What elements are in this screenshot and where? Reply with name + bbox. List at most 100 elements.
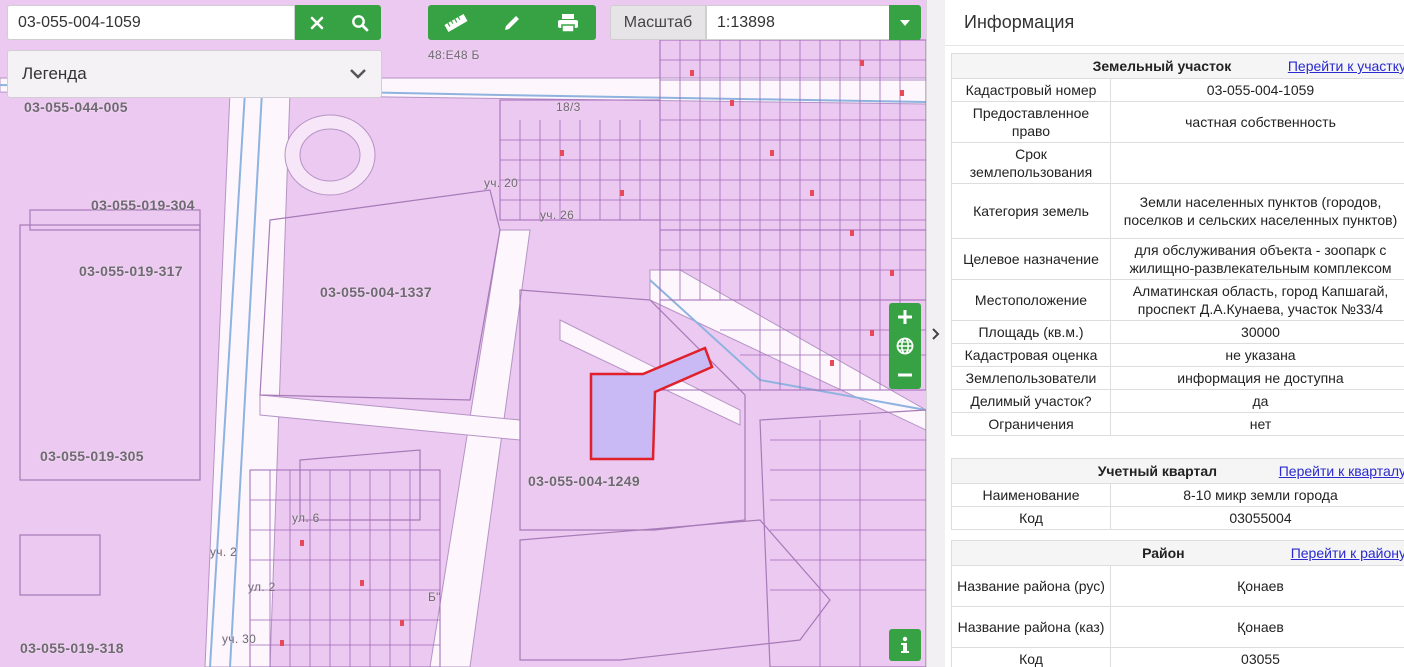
street-label: ул. 2 bbox=[248, 580, 276, 594]
search-field[interactable] bbox=[7, 5, 295, 40]
legend-panel[interactable]: Легенда bbox=[7, 50, 382, 98]
table-row: Делимый участок? да bbox=[951, 389, 1404, 413]
row-key: Делимый участок? bbox=[951, 389, 1111, 413]
table-row: Срок землепользования bbox=[951, 142, 1404, 184]
street-label: уч. 26 bbox=[540, 208, 575, 222]
table-row: Целевое назначение для обслуживания объек… bbox=[951, 238, 1404, 280]
scale-dropdown-button[interactable] bbox=[889, 5, 921, 40]
info-button[interactable] bbox=[889, 629, 921, 661]
table-header: Район Перейти к району bbox=[951, 540, 1404, 566]
table-row: Категория земель Земли населенных пунктов… bbox=[951, 183, 1404, 239]
draw-button[interactable] bbox=[497, 8, 527, 38]
row-value: для обслуживания объекта - зоопарк с жил… bbox=[1110, 238, 1404, 280]
full-extent-button[interactable] bbox=[890, 332, 920, 361]
street-label: Б" bbox=[428, 590, 441, 604]
cadastral-map[interactable]: 03-055-044-005 03-055-019-304 03-055-019… bbox=[0, 0, 926, 667]
row-key: Наименование bbox=[951, 483, 1111, 507]
row-value: Земли населенных пунктов (городов, посел… bbox=[1110, 183, 1404, 239]
row-key: Код bbox=[951, 506, 1111, 530]
row-key: Название района (рус) bbox=[951, 565, 1111, 607]
row-key: Кадастровый номер bbox=[951, 78, 1111, 102]
row-value: 03055 bbox=[1110, 647, 1404, 667]
table-row: Кадастровый номер 03-055-004-1059 bbox=[951, 78, 1404, 102]
search-input[interactable] bbox=[8, 6, 294, 39]
go-to-district-link[interactable]: Перейти к району bbox=[1291, 544, 1404, 562]
street-label: уч. 20 bbox=[484, 176, 519, 190]
search-actions bbox=[295, 5, 381, 40]
scale-label: Масштаб bbox=[610, 5, 706, 40]
row-key: Местоположение bbox=[951, 279, 1111, 321]
row-key: Площадь (кв.м.) bbox=[951, 320, 1111, 344]
parcel-label: 03-055-019-304 bbox=[91, 197, 195, 213]
section-title: Район bbox=[1142, 545, 1185, 561]
zoom-controls bbox=[889, 303, 921, 389]
info-panel: Информация Земельный участок Перейти к у… bbox=[945, 0, 1404, 667]
quarter-table: Учетный квартал Перейти к кварталу Наиме… bbox=[951, 458, 1404, 530]
row-key: Категория земель bbox=[951, 183, 1111, 239]
table-row: Название района (каз) Қонаев bbox=[951, 606, 1404, 648]
table-row: Предоставленное право частная собственнос… bbox=[951, 101, 1404, 143]
table-row: Код 03055004 bbox=[951, 506, 1404, 530]
row-value: Алматинская область, город Капшагай, про… bbox=[1110, 279, 1404, 321]
row-value: Қонаев bbox=[1110, 606, 1404, 648]
chevron-right-icon bbox=[932, 327, 940, 340]
go-to-plot-link[interactable]: Перейти к участку bbox=[1288, 57, 1404, 75]
legend-title: Легенда bbox=[22, 64, 87, 83]
table-row: Кадастровая оценка не указана bbox=[951, 343, 1404, 367]
table-header: Земельный участок Перейти к участку bbox=[951, 53, 1404, 79]
measure-button[interactable] bbox=[441, 8, 471, 38]
row-value: нет bbox=[1110, 412, 1404, 436]
info-icon bbox=[901, 636, 909, 653]
minus-icon bbox=[898, 373, 912, 377]
land-plot-table: Земельный участок Перейти к участку Када… bbox=[951, 53, 1404, 436]
pencil-icon bbox=[505, 15, 519, 30]
table-row: Название района (рус) Қонаев bbox=[951, 565, 1404, 607]
parcel-label: 03-055-019-305 bbox=[40, 448, 144, 464]
table-row: Ограничения нет bbox=[951, 412, 1404, 436]
zoom-out-button[interactable] bbox=[890, 360, 920, 389]
search-icon bbox=[351, 14, 368, 31]
street-label: уч. 2 bbox=[210, 545, 238, 559]
table-row: Наименование 8-10 микр земли города bbox=[951, 483, 1404, 507]
row-value: 03-055-004-1059 bbox=[1110, 78, 1404, 102]
map-toolbar bbox=[428, 5, 596, 40]
row-key: Кадастровая оценка bbox=[951, 343, 1111, 367]
section-title: Учетный квартал bbox=[1097, 463, 1218, 479]
plus-icon bbox=[898, 310, 912, 325]
parcel-label: 03-055-019-318 bbox=[20, 640, 124, 656]
street-label: ул. 6 bbox=[292, 511, 320, 525]
row-value: информация не доступна bbox=[1110, 366, 1404, 390]
row-key: Название района (каз) bbox=[951, 606, 1111, 648]
table-header: Учетный квартал Перейти к кварталу bbox=[951, 458, 1404, 484]
chevron-down-icon[interactable] bbox=[349, 68, 367, 80]
row-value: да bbox=[1110, 389, 1404, 413]
row-key: Землепользователи bbox=[951, 366, 1111, 390]
street-label: 18/3 bbox=[556, 100, 581, 114]
scale-select[interactable]: 1:13898 bbox=[706, 5, 890, 40]
ruler-icon bbox=[444, 13, 468, 32]
row-value: Қонаев bbox=[1110, 565, 1404, 607]
zoom-in-button[interactable] bbox=[890, 303, 920, 332]
panel-title: Информация bbox=[945, 0, 1404, 46]
row-value: частная собственность bbox=[1110, 101, 1404, 143]
row-key: Код bbox=[951, 647, 1111, 667]
row-key: Предоставленное право bbox=[951, 101, 1111, 143]
print-button[interactable] bbox=[553, 8, 583, 38]
go-to-quarter-link[interactable]: Перейти к кварталу bbox=[1279, 462, 1404, 480]
table-row: Площадь (кв.м.) 30000 bbox=[951, 320, 1404, 344]
map-canvas[interactable] bbox=[0, 0, 926, 667]
row-key: Целевое назначение bbox=[951, 238, 1111, 280]
district-table: Район Перейти к району Название района (… bbox=[951, 540, 1404, 667]
row-key: Срок землепользования bbox=[951, 142, 1111, 184]
table-row: Местоположение Алматинская область, город… bbox=[951, 279, 1404, 321]
search-button[interactable] bbox=[345, 8, 375, 38]
close-icon bbox=[310, 16, 323, 29]
table-row: Землепользователи информация не доступна bbox=[951, 366, 1404, 390]
row-value: не указана bbox=[1110, 343, 1404, 367]
row-key: Ограничения bbox=[951, 412, 1111, 436]
panel-collapse-handle[interactable] bbox=[926, 0, 945, 667]
caret-down-icon bbox=[900, 19, 910, 26]
parcel-label: 03-055-044-005 bbox=[24, 99, 128, 115]
row-value: 8-10 микр земли города bbox=[1110, 483, 1404, 507]
clear-search-button[interactable] bbox=[302, 8, 332, 38]
